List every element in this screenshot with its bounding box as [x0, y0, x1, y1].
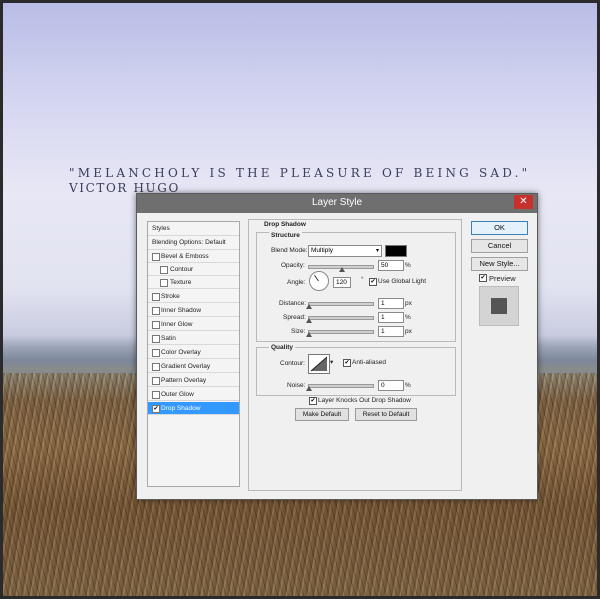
spread-slider[interactable] [308, 316, 374, 320]
checkbox-icon[interactable] [152, 321, 160, 329]
make-default-button[interactable]: Make Default [295, 408, 349, 421]
checkbox-icon[interactable] [160, 266, 168, 274]
ok-button[interactable]: OK [471, 221, 528, 235]
style-item-gradient-overlay[interactable]: Gradient Overlay [148, 360, 239, 373]
cancel-button[interactable]: Cancel [471, 239, 528, 253]
angle-dial[interactable] [309, 271, 329, 291]
style-item-color-overlay[interactable]: Color Overlay [148, 346, 239, 359]
checkbox-icon[interactable] [152, 391, 160, 399]
chevron-down-icon[interactable]: ▾ [330, 358, 333, 366]
opacity-label: Opacity: [281, 262, 305, 269]
checkmark-icon[interactable]: ✔ [152, 405, 160, 413]
noise-field[interactable]: 0 [378, 380, 404, 391]
contour-label: Contour: [280, 360, 305, 367]
dial-needle [314, 274, 319, 282]
style-item-satin[interactable]: Satin [148, 332, 239, 345]
checkbox-icon[interactable] [152, 335, 160, 343]
preview-checkbox[interactable]: ✔ [479, 274, 487, 282]
style-item-contour[interactable]: Contour [148, 263, 239, 276]
new-style-button[interactable]: New Style... [471, 257, 528, 271]
noise-slider[interactable] [308, 384, 374, 388]
styles-list: Styles Blending Options: Default Bevel &… [147, 221, 240, 487]
dialog-title: Layer Style [311, 197, 363, 208]
drop-shadow-panel: Drop Shadow Structure Blend Mode: Multip… [248, 219, 462, 491]
style-item-inner-glow[interactable]: Inner Glow [148, 318, 239, 331]
checkbox-icon[interactable] [152, 293, 160, 301]
style-item-bevel-emboss[interactable]: Bevel & Emboss [148, 250, 239, 263]
use-global-light-label: Use Global Light [378, 278, 427, 285]
style-item-outer-glow[interactable]: Outer Glow [148, 388, 239, 401]
checkbox-icon[interactable] [152, 363, 160, 371]
title-bar[interactable]: Layer Style ✕ [137, 194, 537, 213]
size-field[interactable]: 1 [378, 326, 404, 337]
use-global-light-checkbox[interactable]: ✔ [369, 278, 377, 286]
close-icon[interactable]: ✕ [514, 195, 533, 209]
slider-thumb[interactable] [339, 267, 345, 272]
style-item-inner-shadow[interactable]: Inner Shadow [148, 304, 239, 317]
section-title: Drop Shadow [264, 221, 306, 228]
size-slider[interactable] [308, 330, 374, 334]
reset-to-default-button[interactable]: Reset to Default [355, 408, 417, 421]
anti-aliased-label: Anti-aliased [352, 359, 386, 366]
blend-mode-select[interactable]: Multiply ▾ [308, 245, 382, 257]
checkbox-icon[interactable] [160, 279, 168, 287]
slider-thumb[interactable] [306, 318, 312, 323]
styles-header[interactable]: Styles [148, 222, 239, 236]
slider-thumb[interactable] [306, 304, 312, 309]
opacity-unit: % [405, 262, 411, 269]
layer-knocks-out-checkbox[interactable]: ✔ [309, 397, 317, 405]
checkbox-icon[interactable] [152, 307, 160, 315]
spread-field[interactable]: 1 [378, 312, 404, 323]
preview-square [491, 298, 507, 314]
slider-thumb[interactable] [306, 332, 312, 337]
quote-text: "MELANCHOLY IS THE PLEASURE OF BEING SAD… [69, 166, 531, 180]
distance-unit: px [405, 300, 412, 307]
noise-unit: % [405, 382, 411, 389]
style-item-drop-shadow[interactable]: ✔ Drop Shadow [148, 402, 239, 415]
spread-label: Spread: [283, 314, 306, 321]
size-label: Size: [291, 328, 306, 335]
checkbox-icon[interactable] [152, 349, 160, 357]
layer-style-dialog: Layer Style ✕ Styles Blending Options: D… [136, 193, 538, 500]
contour-curve-icon [310, 356, 328, 372]
anti-aliased-checkbox[interactable]: ✔ [343, 359, 351, 367]
shadow-color-swatch[interactable] [385, 245, 407, 257]
distance-field[interactable]: 1 [378, 298, 404, 309]
quality-heading: Quality [269, 344, 296, 351]
blending-options-item[interactable]: Blending Options: Default [148, 236, 239, 250]
angle-field[interactable]: 120 [333, 277, 351, 288]
style-item-pattern-overlay[interactable]: Pattern Overlay [148, 374, 239, 387]
layer-knocks-out-label: Layer Knocks Out Drop Shadow [318, 397, 411, 404]
chevron-down-icon: ▾ [375, 248, 379, 254]
structure-heading: Structure [269, 232, 302, 239]
distance-slider[interactable] [308, 302, 374, 306]
size-unit: px [405, 328, 412, 335]
contour-picker[interactable] [308, 354, 330, 374]
distance-label: Distance: [279, 300, 307, 307]
blend-mode-label: Blend Mode: [271, 247, 308, 254]
style-item-texture[interactable]: Texture [148, 276, 239, 289]
noise-label: Noise: [287, 382, 306, 389]
structure-group: Structure Blend Mode: Multiply ▾ Opacity… [256, 232, 456, 342]
style-preview-thumbnail [479, 286, 519, 326]
spread-unit: % [405, 314, 411, 321]
checkbox-icon[interactable] [152, 377, 160, 385]
quality-group: Quality Contour: ▾ ✔ Anti-aliased Noise:… [256, 344, 456, 396]
opacity-field[interactable]: 50 [378, 260, 404, 271]
angle-unit: ° [361, 276, 364, 283]
angle-label: Angle: [287, 279, 306, 286]
preview-label: Preview [489, 274, 516, 283]
style-item-stroke[interactable]: Stroke [148, 290, 239, 303]
slider-thumb[interactable] [306, 386, 312, 391]
checkbox-icon[interactable] [152, 253, 160, 261]
